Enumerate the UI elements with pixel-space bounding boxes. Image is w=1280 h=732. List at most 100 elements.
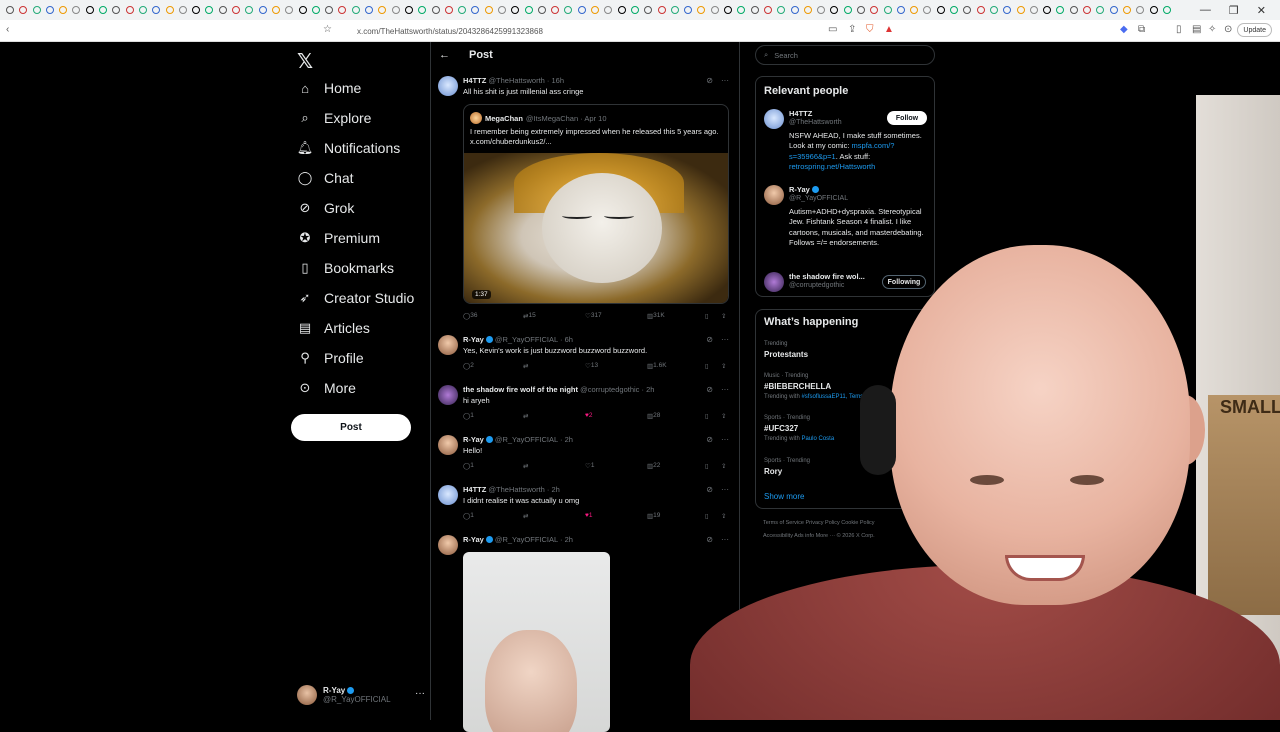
address-bar[interactable]: x.com/TheHattsworth/status/2043286425991…	[337, 23, 897, 39]
nav-chat[interactable]: ◯ Chat	[298, 170, 354, 186]
tab-favicon-icon[interactable]	[6, 6, 14, 14]
avatar[interactable]	[438, 335, 458, 355]
nav-explore[interactable]: ⌕ Explore	[298, 110, 371, 126]
search-input[interactable]: ⌕ Search	[755, 45, 935, 65]
tab-favicon-icon[interactable]	[1109, 6, 1118, 14]
tab-favicon-icon[interactable]	[910, 6, 919, 14]
back-arrow-icon[interactable]: ←	[439, 49, 450, 61]
tab-favicon-icon[interactable]	[684, 6, 693, 14]
nav-bookmarks[interactable]: ▯ Bookmarks	[298, 260, 394, 276]
tab-favicon-icon[interactable]	[431, 6, 440, 14]
tab-favicon-icon[interactable]	[710, 6, 719, 14]
attached-photo[interactable]	[463, 552, 610, 732]
tab-favicon-icon[interactable]	[311, 6, 320, 14]
leo-icon[interactable]: ✧	[1208, 24, 1216, 35]
tab-favicon-icon[interactable]	[99, 6, 108, 14]
like-button[interactable]: ♡ 1	[585, 462, 594, 470]
tab-favicon-icon[interactable]	[1162, 6, 1171, 14]
tab-favicon-icon[interactable]	[737, 6, 746, 14]
tab-favicon-icon[interactable]	[830, 6, 839, 14]
tab-favicon-icon[interactable]	[511, 6, 520, 14]
tab-favicon-icon[interactable]	[1136, 6, 1145, 14]
tab-favicon-icon[interactable]	[1043, 6, 1052, 14]
vpn-icon[interactable]: ⊙	[1224, 24, 1232, 35]
tab-favicon-icon[interactable]	[72, 6, 81, 14]
tab-favicon-icon[interactable]	[936, 6, 945, 14]
tab-favicon-icon[interactable]	[870, 6, 879, 14]
tab-favicon-icon[interactable]	[245, 6, 254, 14]
like-button[interactable]: ♥ 1	[585, 512, 592, 519]
tab-favicon-icon[interactable]	[232, 6, 241, 14]
tab-favicon-icon[interactable]	[418, 6, 427, 14]
grok-icon[interactable]: ⊘	[706, 76, 713, 85]
account-switcher[interactable]: R-Yay @R_YayOFFICIAL ···	[297, 685, 425, 705]
tab-favicon-icon[interactable]	[391, 6, 400, 14]
sidebar-icon[interactable]: ▯	[1176, 24, 1182, 35]
tab-favicon-icon[interactable]	[192, 6, 201, 14]
tab-favicon-icon[interactable]	[19, 6, 28, 14]
like-button[interactable]: ♥ 2	[585, 412, 592, 419]
tab-favicon-icon[interactable]	[724, 6, 733, 14]
tab-favicon-icon[interactable]	[989, 6, 998, 14]
tab-favicon-icon[interactable]	[976, 6, 985, 14]
tab-favicon-icon[interactable]	[1016, 6, 1025, 14]
tab-favicon-icon[interactable]	[1122, 6, 1131, 14]
minimize-icon[interactable]: —	[1200, 4, 1211, 16]
repost-button[interactable]: ⇄	[523, 462, 528, 470]
tab-favicon-icon[interactable]	[950, 6, 959, 14]
tab-favicon-icon[interactable]	[883, 6, 892, 14]
tab-favicon-icon[interactable]	[670, 6, 679, 14]
tab-favicon-icon[interactable]	[378, 6, 387, 14]
tab-favicon-icon[interactable]	[45, 6, 54, 14]
tab-favicon-icon[interactable]	[524, 6, 533, 14]
tab-favicon-icon[interactable]	[617, 6, 626, 14]
tab-favicon-icon[interactable]	[857, 6, 865, 14]
tab-favicon-icon[interactable]	[351, 6, 360, 14]
more-dots-icon[interactable]: ···	[721, 76, 729, 85]
avatar[interactable]	[438, 485, 458, 505]
tab-favicon-icon[interactable]	[497, 6, 506, 14]
repost-button[interactable]: ⇄	[523, 512, 528, 520]
post-button[interactable]: Post	[291, 414, 411, 441]
tab-favicon-icon[interactable]	[458, 6, 467, 14]
tab-favicon-icon[interactable]	[697, 6, 706, 14]
tab-favicon-icon[interactable]	[1149, 6, 1158, 14]
tab-favicon-icon[interactable]	[325, 6, 334, 14]
views-button[interactable]: ▥ 19	[647, 512, 660, 520]
tab-favicon-icon[interactable]	[365, 6, 374, 14]
tab-favicon-icon[interactable]	[551, 6, 560, 14]
update-button[interactable]: Update	[1237, 23, 1272, 37]
tab-favicon-icon[interactable]	[178, 6, 187, 14]
avatar[interactable]	[438, 535, 458, 555]
close-window-icon[interactable]: ✕	[1257, 4, 1266, 17]
nav-premium[interactable]: ✪ Premium	[298, 230, 380, 246]
tab-favicon-icon[interactable]	[963, 6, 972, 14]
tab-favicon-icon[interactable]	[1096, 6, 1105, 14]
more-dots-icon[interactable]: ···	[415, 688, 425, 699]
avatar[interactable]	[438, 385, 458, 405]
reply-button[interactable]: ◯ 1	[463, 512, 474, 520]
tab-favicon-icon[interactable]	[59, 6, 68, 14]
tab-favicon-icon[interactable]	[258, 6, 267, 14]
tab-favicon-icon[interactable]	[165, 6, 174, 14]
tab-favicon-icon[interactable]	[444, 6, 453, 14]
like-button[interactable]: ♡ 317	[585, 312, 602, 320]
tab-favicon-icon[interactable]	[338, 6, 347, 14]
tab-favicon-icon[interactable]	[125, 6, 134, 14]
extension-icon[interactable]: ◆	[1120, 24, 1128, 35]
views-button[interactable]: ▥ 22	[647, 462, 660, 470]
wallet-icon[interactable]: ▤	[1192, 24, 1201, 35]
brave-rewards-icon[interactable]: ▲	[884, 24, 894, 35]
x-logo-icon[interactable]: 𝕏	[297, 49, 313, 74]
brave-shield-icon[interactable]: ⛉	[866, 24, 874, 35]
tab-favicon-icon[interactable]	[285, 6, 294, 14]
repost-button[interactable]: ⇄ 15	[523, 312, 536, 320]
tab-favicon-icon[interactable]	[577, 6, 586, 14]
tab-favicon-icon[interactable]	[564, 6, 573, 14]
views-button[interactable]: ▥ 28	[647, 412, 660, 420]
tab-favicon-icon[interactable]	[152, 6, 161, 14]
nav-home[interactable]: ⌂ Home	[298, 80, 361, 96]
tab-favicon-icon[interactable]	[271, 6, 280, 14]
nav-grok[interactable]: ⊘ Grok	[298, 200, 355, 216]
tab-favicon-icon[interactable]	[484, 6, 493, 14]
